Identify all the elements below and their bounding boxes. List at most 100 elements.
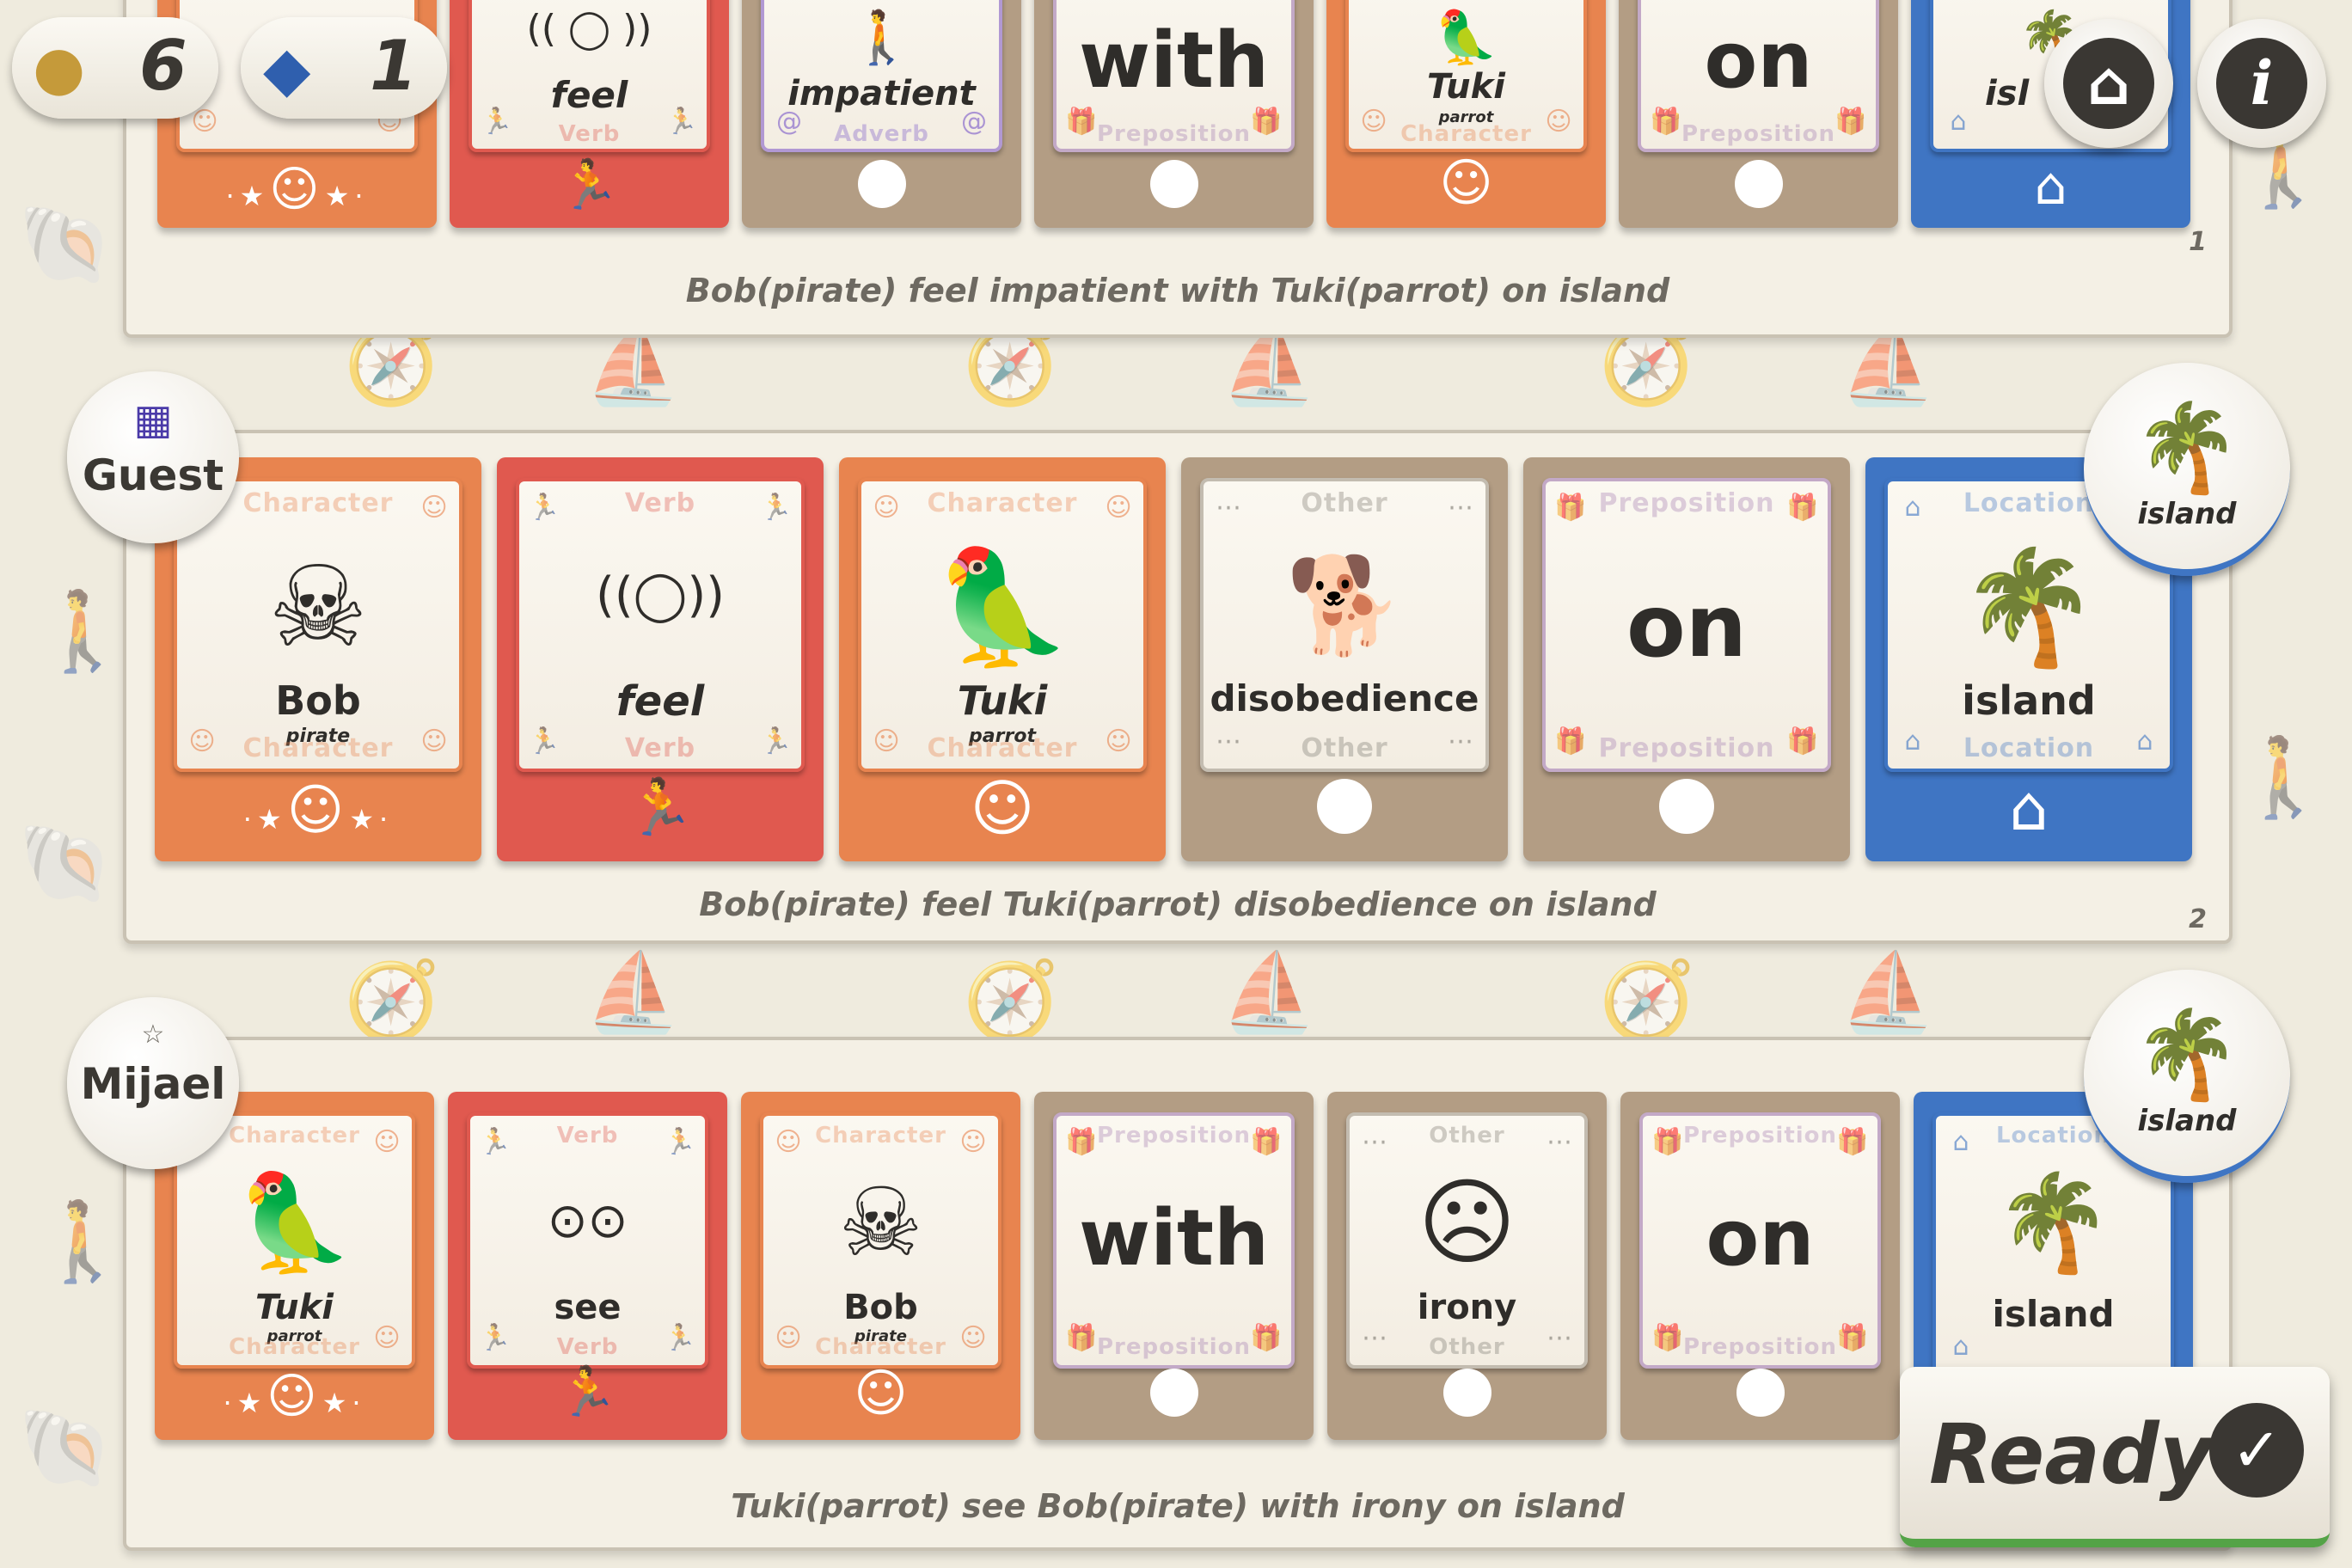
card-character-tuki[interactable]: Character 🦜 Tuki parrot Character ☺ ☺ ☺ … (839, 457, 1166, 861)
irony-face-icon: ☹ (1418, 1167, 1516, 1277)
footer-dot (1181, 779, 1508, 837)
house-icon: ⌂ (1952, 1332, 1969, 1362)
parrot-icon: 🦜 (1434, 8, 1498, 68)
player-badge-guest[interactable]: ▦ Guest (67, 371, 239, 543)
card-character-bob[interactable]: Character ☠ Bob pirate Character ☺ ☺ ☺ ☺… (741, 1092, 1020, 1440)
gift-icon: 🎁 (1651, 1323, 1684, 1353)
card-verb-feel[interactable]: Verb ((◯)) feel Verb 🏃 🏃 🏃 🏃 🏃 (497, 457, 824, 861)
smile-icon: ☺ (420, 726, 448, 756)
calendar-icon: ▦ (133, 395, 173, 444)
smile-icon: ☺ (420, 493, 448, 523)
more-icon: ⋯ (1216, 493, 1241, 523)
card-word: island (1992, 1293, 2115, 1335)
card-word: disobedience (1210, 677, 1479, 720)
card-preposition-with[interactable]: with Preposition 🎁 🎁 (1034, 0, 1314, 228)
gift-icon: 🎁 (1250, 1323, 1283, 1353)
runner-icon: 🏃 (528, 493, 560, 523)
card-preposition-with[interactable]: Preposition with Preposition 🎁 🎁 🎁 🎁 (1034, 1092, 1314, 1440)
diamond-icon: ◆ (263, 33, 311, 105)
house-icon: ⌂ (2009, 772, 2049, 844)
coins-counter: ● 6 (12, 17, 218, 119)
card-other-irony[interactable]: Other ☹ irony Other ⋯ ⋯ ⋯ ⋯ (1327, 1092, 1607, 1440)
card-adverb-impatient[interactable]: 🚶 impatient Adverb @ @ (742, 0, 1021, 228)
info-button[interactable]: i (2197, 19, 2326, 148)
impatient-icon: 🚶 (849, 8, 914, 68)
player-badge-mijael[interactable]: ☆ Mijael (67, 997, 239, 1169)
gift-icon: 🎁 (1650, 107, 1682, 137)
smile-icon: ☺ (1105, 493, 1132, 523)
smile-icon: ☺ (959, 1127, 987, 1157)
smile-icon: ☺ (873, 493, 900, 523)
more-icon: ⋯ (1547, 1127, 1572, 1157)
more-icon: ⋯ (1362, 1127, 1387, 1157)
coins-icon: ● (33, 33, 86, 103)
house-icon: ⌂ (1952, 1127, 1969, 1157)
palm-tree-icon: 🌴 (1994, 1167, 2112, 1277)
parrot-icon: 🦜 (236, 1167, 353, 1277)
info-icon: i (2216, 38, 2307, 129)
card-other-disobedience[interactable]: Other 🐕 disobedience Other ⋯ ⋯ ⋯ ⋯ (1181, 457, 1508, 861)
parrot-icon: 🦜 (933, 542, 1072, 672)
footer-stars-smile-icon: ·★☺★· (225, 162, 369, 217)
more-icon: ⋯ (1362, 1323, 1387, 1353)
gift-icon: 🎁 (1250, 107, 1283, 137)
sentence-caption: Bob(pirate) feel impatient with Tuki(par… (685, 272, 1670, 309)
gift-icon: 🎁 (1651, 1127, 1684, 1157)
gift-icon: 🎁 (1834, 107, 1867, 137)
runner-icon: 🏃 (479, 1127, 511, 1157)
smile-icon: ☺ (775, 1127, 802, 1157)
ready-label: Ready (1929, 1406, 2214, 1503)
ready-button[interactable]: Ready ✓ (1900, 1367, 2330, 1547)
card-category: Preposition (1598, 488, 1775, 518)
card-word: on (1706, 1193, 1815, 1283)
footer-dot (1034, 160, 1314, 211)
smile-icon: ☺ (373, 1127, 401, 1157)
location-badge-label: island (2137, 497, 2237, 531)
feel-icon: (( ◯ )) (526, 7, 652, 51)
smile-icon: ☺ (970, 772, 1035, 844)
location-badge-label: island (2137, 1104, 2237, 1138)
feel-icon: ((◯)) (595, 567, 726, 623)
runner-icon: 🏃 (626, 776, 695, 840)
card-preposition-on[interactable]: Preposition on Preposition 🎁 🎁 🎁 🎁 (1620, 1092, 1900, 1440)
spiral-icon: @ (776, 107, 802, 137)
palm-tree-icon: 🌴 (1959, 542, 2098, 672)
footer-dot (1620, 1369, 1900, 1420)
runner-icon: 🏃 (665, 107, 698, 137)
runner-icon: 🏃 (557, 1364, 618, 1420)
runner-icon: 🏃 (760, 493, 793, 523)
house-icon: ⌂ (1904, 493, 1921, 523)
location-badge[interactable]: 🌴 island (2084, 363, 2290, 576)
smile-icon: ☺ (188, 726, 216, 756)
card-preposition-on[interactable]: Preposition on Preposition 🎁 🎁 🎁 🎁 (1523, 457, 1850, 861)
card-category: Verb (624, 488, 696, 518)
dog-walker-icon: 🐕 (1285, 550, 1404, 660)
card-word: Tuki (1427, 67, 1505, 107)
card-category-bottom: Verb (624, 733, 696, 763)
smile-icon: ☺ (1545, 107, 1572, 137)
gift-icon: 🎁 (1836, 1127, 1869, 1157)
card-verb-see[interactable]: Verb ⊙⊙ see Verb 🏃 🏃 🏃 🏃 🏃 (448, 1092, 727, 1440)
location-badge[interactable]: 🌴 island (2084, 970, 2290, 1183)
card-category-bottom: Other (1301, 733, 1388, 763)
coins-value: 6 (139, 26, 187, 106)
home-button[interactable]: ⌂ (2044, 19, 2173, 148)
smile-icon: ☺ (959, 1323, 987, 1353)
card-character-tuki[interactable]: 🦜 Tuki parrot Character ☺ ☺ ☺ (1326, 0, 1606, 228)
card-word: with (1078, 1193, 1270, 1283)
footer-dot (1619, 160, 1898, 211)
card-preposition-on[interactable]: on Preposition 🎁 🎁 (1619, 0, 1898, 228)
smile-icon: ☺ (1439, 153, 1493, 213)
card-word: Bob (275, 677, 361, 724)
card-verb-feel[interactable]: (( ◯ )) feel Verb 🏃 🏃 🏃 (450, 0, 729, 228)
gift-icon: 🎁 (1065, 1127, 1098, 1157)
runner-icon: 🏃 (481, 107, 513, 137)
sentence-number: 2 (2189, 904, 2207, 934)
player-name: Guest (82, 450, 224, 500)
runner-icon: 🏃 (664, 1323, 696, 1353)
card-word: on (1704, 15, 1813, 106)
more-icon: ⋯ (1216, 726, 1241, 756)
spiral-icon: @ (961, 107, 987, 137)
smile-icon: ☺ (775, 1323, 802, 1353)
house-icon: ⌂ (1904, 726, 1921, 756)
